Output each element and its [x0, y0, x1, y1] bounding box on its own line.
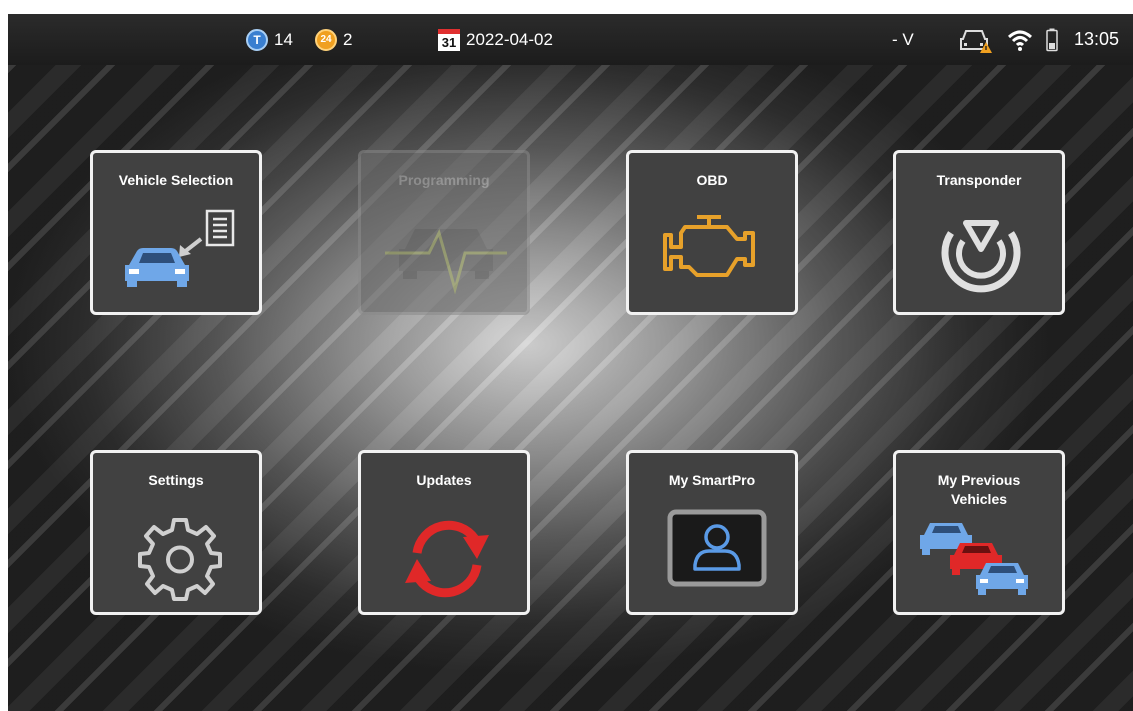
obd-tile[interactable]: OBD [626, 150, 798, 315]
settings-tile[interactable]: Settings [90, 450, 262, 615]
wifi-icon [1007, 14, 1033, 65]
user-profile-icon [667, 509, 767, 587]
refresh-icon [405, 520, 489, 598]
gear-icon [138, 518, 222, 601]
tile-label: Updates [416, 472, 472, 488]
transponder-tile[interactable]: Transponder [893, 150, 1065, 315]
vehicle-selection-tile[interactable]: Vehicle Selection [90, 150, 262, 315]
battery-icon [1046, 14, 1058, 65]
previous-vehicles-icon [920, 523, 1028, 595]
status-bar: T 14 24 2 31 2022-04-02 - V 13:05 [8, 14, 1133, 65]
clock: 13:05 [1074, 29, 1120, 49]
vehicle-selection-icon [125, 209, 235, 287]
t-token-count: 14 [274, 29, 293, 49]
tile-label: My SmartPro [668, 472, 756, 488]
calendar-icon: 31 [438, 28, 460, 51]
tile-label: Settings [148, 472, 204, 488]
date-display: 31 2022-04-02 [438, 14, 553, 65]
programming-icon [385, 228, 507, 295]
voltage-text: - V [892, 29, 914, 49]
tile-label: OBD [696, 172, 728, 188]
voltage-display: - V [892, 14, 914, 65]
main-screen: T 14 24 2 31 2022-04-02 - V 13:05 Vehicl… [8, 14, 1133, 711]
date-text: 2022-04-02 [466, 29, 553, 49]
transponder-icon [941, 220, 1021, 293]
24-token-icon: 24 [315, 28, 337, 51]
vehicle-warning-icon [958, 14, 992, 65]
tile-label: My Previous Vehicles [937, 472, 1021, 507]
updates-tile[interactable]: Updates [358, 450, 530, 615]
programming-tile[interactable]: Programming [358, 150, 530, 315]
my-smartpro-tile[interactable]: My SmartPro [626, 450, 798, 615]
t-token-counter: T 14 [246, 14, 293, 65]
t-token-icon: T [246, 28, 268, 51]
tile-label: Programming [398, 172, 490, 188]
check-engine-icon [663, 215, 755, 277]
24-token-count: 2 [343, 29, 353, 49]
24-token-counter: 24 2 [315, 14, 352, 65]
tile-label: Transponder [936, 172, 1022, 188]
my-previous-vehicles-tile[interactable]: My Previous Vehicles [893, 450, 1065, 615]
tile-label: Vehicle Selection [118, 172, 234, 188]
